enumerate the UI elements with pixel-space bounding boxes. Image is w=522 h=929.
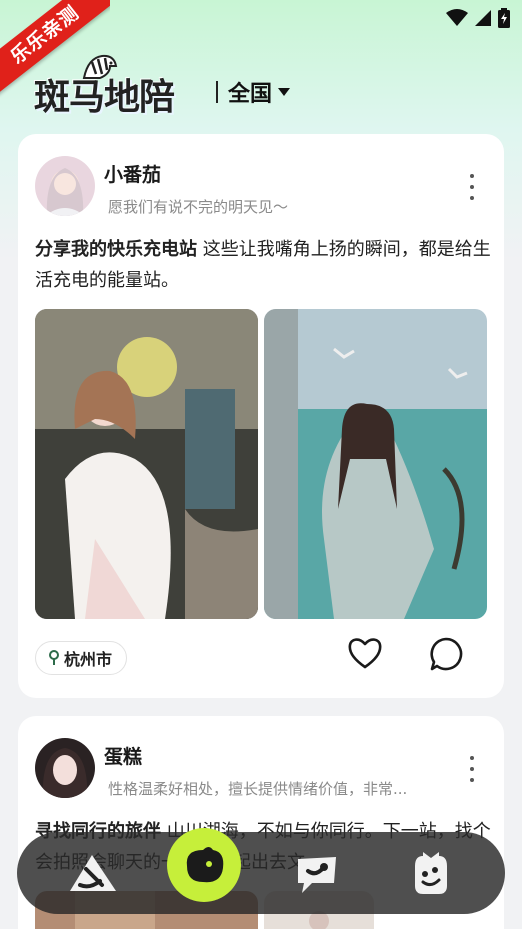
post-title: 分享我的快乐充电站 <box>35 239 197 260</box>
author-name[interactable]: 小番茄 <box>104 160 161 187</box>
more-options-icon[interactable] <box>464 174 480 200</box>
explore-icon <box>70 855 116 891</box>
bottom-nav <box>17 828 505 914</box>
author-bio: 性格温柔好相处，擅长提供情绪价值，非常... <box>108 780 408 798</box>
nav-profile[interactable] <box>401 843 461 903</box>
post-photo[interactable] <box>264 309 487 619</box>
author-name[interactable]: 蛋糕 <box>104 742 142 769</box>
nav-messages[interactable] <box>287 843 347 903</box>
location-label: 杭州市 <box>64 650 113 669</box>
wifi-icon <box>446 9 468 26</box>
chevron-down-icon <box>278 88 291 96</box>
heart-icon[interactable] <box>346 634 384 672</box>
more-options-icon[interactable] <box>464 756 480 782</box>
avatar[interactable] <box>35 738 95 798</box>
region-selector[interactable]: 全国 <box>228 76 291 108</box>
profile-icon <box>415 852 447 894</box>
post-text[interactable]: 分享我的快乐充电站 这些让我嘴角上扬的瞬间，都是给生活充电的能量站。 <box>35 234 491 296</box>
post-card[interactable]: 小番茄 愿我们有说不完的明天见～ 分享我的快乐充电站 这些让我嘴角上扬的瞬间，都… <box>18 134 504 698</box>
region-label: 全国 <box>228 82 273 107</box>
post-photo[interactable] <box>35 309 258 619</box>
author-bio: 愿我们有说不完的明天见～ <box>108 198 289 216</box>
test-ribbon: 乐乐亲测 <box>0 0 110 110</box>
message-icon <box>298 857 336 893</box>
nav-home[interactable] <box>167 828 241 902</box>
signal-icon <box>475 10 491 26</box>
location-pin-icon <box>49 650 59 665</box>
header-divider <box>216 81 218 103</box>
ribbon-label: 乐乐亲测 <box>0 0 110 101</box>
location-tag[interactable]: 杭州市 <box>35 641 128 675</box>
comment-icon[interactable] <box>428 636 464 672</box>
home-blob-icon <box>186 847 224 883</box>
nav-discover[interactable] <box>63 843 123 903</box>
battery-icon <box>498 8 510 28</box>
avatar[interactable] <box>35 156 95 216</box>
